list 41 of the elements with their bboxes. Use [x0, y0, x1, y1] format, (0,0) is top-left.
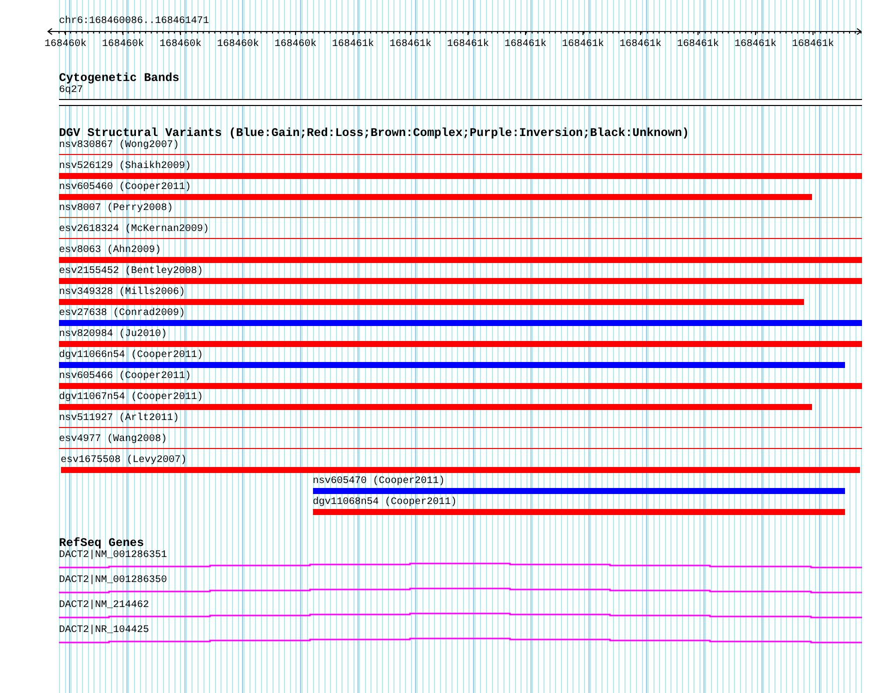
tick-label: 168461k [620, 39, 662, 50]
variant-label: nsv511927 (Arlt2011) [59, 412, 180, 425]
variant-label: nsv605470 (Cooper2011) [312, 475, 445, 488]
variant-label: nsv830867 (Wong2007) [59, 139, 180, 152]
variant-label: esv1675508 (Levy2007) [60, 454, 187, 467]
tick-label: 168460k [44, 39, 86, 50]
variant-label: nsv820984 (Ju2010) [59, 328, 168, 341]
variant-label: esv8063 (Ahn2009) [59, 244, 162, 257]
tick-label: 168460k [160, 39, 202, 50]
tick-label: 168461k [792, 39, 834, 50]
tick-label: 168461k [390, 39, 432, 50]
region-coordinates: chr6:168460086..168461471 [59, 15, 210, 28]
tick-label: 168460k [102, 39, 144, 50]
variant-label: esv4977 (Wang2008) [59, 433, 168, 446]
track-title: Cytogenetic Bands [59, 72, 180, 84]
transcript-label: DACT2|NM_214462 [59, 599, 150, 612]
variant-label: nsv605460 (Cooper2011) [59, 181, 192, 194]
track-title: RefSeq Genes [59, 537, 144, 549]
variant-label: esv27638 (Conrad2009) [59, 307, 186, 320]
tick-label: 168460k [274, 39, 316, 50]
variant-label: esv2618324 (McKernan2009) [59, 223, 210, 236]
tick-label: 168461k [447, 39, 489, 50]
variant-label: dgv11067n54 (Cooper2011) [59, 391, 204, 404]
tick-label: 168460k [217, 39, 259, 50]
variant-label: nsv8007 (Perry2008) [59, 202, 174, 215]
variant-label: esv2155452 (Bentley2008) [59, 265, 204, 278]
tick-label: 168461k [332, 39, 374, 50]
variant-label: dgv11066n54 (Cooper2011) [59, 349, 204, 362]
variant-label: dgv11068n54 (Cooper2011) [312, 496, 457, 509]
tick-label: 168461k [504, 39, 546, 50]
variant-label: nsv526129 (Shaikh2009) [59, 160, 192, 173]
variant-label: nsv349328 (Mills2006) [59, 286, 186, 299]
tick-label: 168461k [562, 39, 604, 50]
track-title: DGV Structural Variants (Blue:Gain;Red:Loss;Brown:Complex;Purple:Inversion;Black:Unknown) [59, 127, 690, 139]
band-label: 6q27 [59, 84, 84, 97]
transcript-label: DACT2|NR_104425 [59, 624, 150, 637]
variant-label: nsv605466 (Cooper2011) [59, 370, 192, 383]
transcript-label: DACT2|NM_001286350 [59, 574, 168, 587]
transcript-label: DACT2|NM_001286351 [59, 549, 168, 562]
tick-label: 168461k [677, 39, 719, 50]
tick-label: 168461k [734, 39, 776, 50]
